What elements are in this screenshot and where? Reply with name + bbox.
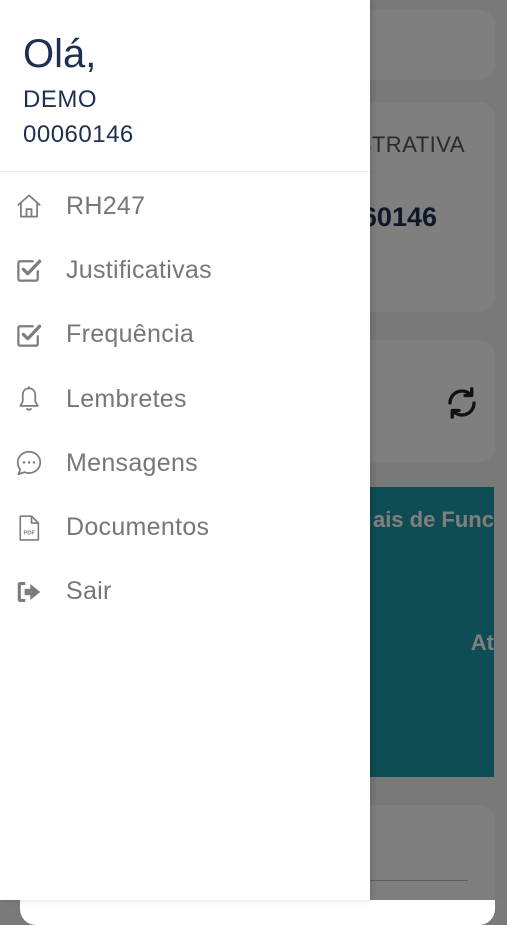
user-code: 00060146: [23, 121, 134, 148]
menu-item-label: Frequência: [66, 320, 195, 349]
pdf-file-icon: PDF: [14, 513, 44, 543]
menu-item-label: Documentos: [66, 513, 210, 542]
header-divider: [0, 171, 370, 172]
menu-item-label: Sair: [66, 577, 112, 606]
checkbox-icon: [14, 320, 44, 350]
menu-item-justificativas[interactable]: Justificativas: [0, 238, 370, 302]
bell-icon: [14, 384, 44, 414]
menu-item-label: Lembretes: [66, 384, 187, 413]
menu-item-mensagens[interactable]: Mensagens: [0, 431, 370, 495]
checkbox-icon: [14, 255, 44, 285]
menu-item-lembretes[interactable]: Lembretes: [0, 367, 370, 431]
navigation-drawer: Olá, DEMO 00060146 RH247 Justificativas …: [0, 0, 370, 900]
home-icon: [14, 191, 44, 221]
svg-text:PDF: PDF: [24, 530, 36, 536]
chat-bubble-icon: [14, 448, 44, 478]
menu-item-label: Justificativas: [66, 255, 212, 284]
menu-item-label: Mensagens: [66, 448, 198, 477]
user-name: DEMO: [23, 86, 97, 113]
logout-icon: [14, 577, 44, 607]
greeting: Olá,: [23, 32, 97, 76]
menu-item-sair[interactable]: Sair: [0, 560, 370, 624]
drawer-menu: RH247 Justificativas Frequência Lembrete…: [0, 174, 370, 624]
menu-item-rh247[interactable]: RH247: [0, 174, 370, 238]
menu-item-label: RH247: [66, 191, 146, 220]
menu-item-documentos[interactable]: PDF Documentos: [0, 495, 370, 559]
menu-item-frequencia[interactable]: Frequência: [0, 303, 370, 367]
